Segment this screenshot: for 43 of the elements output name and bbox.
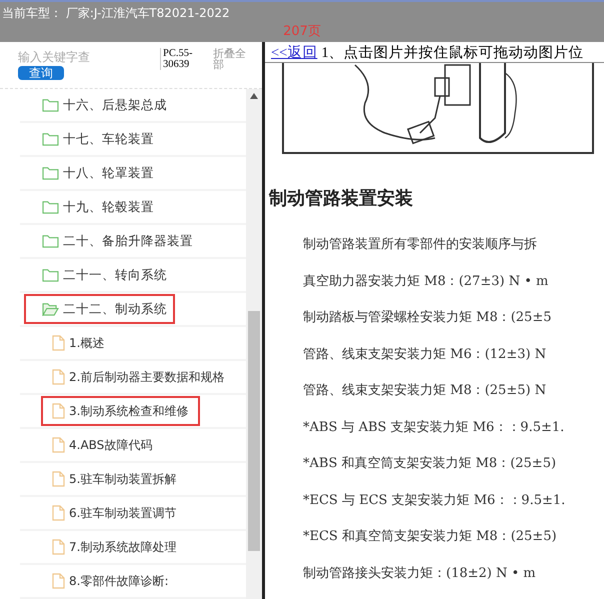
tree-document-item[interactable]: 6.驻车制动装置调节: [20, 498, 184, 528]
tree-document-item[interactable]: 8.零部件故障诊断:: [20, 566, 176, 596]
tree-document-item[interactable]: 1.概述: [20, 328, 112, 358]
document-icon: [52, 403, 65, 419]
section-heading: 制动管路装置安装: [268, 187, 414, 211]
tree-folder-item[interactable]: 二十一、转向系统: [20, 260, 175, 290]
back-link[interactable]: <<返回: [271, 42, 318, 62]
document-icon: [52, 505, 65, 521]
torque-spec-text: *ABS 与 ABS 支架安装力矩 M6：：9.5±1.: [303, 418, 566, 437]
tree-document-item[interactable]: 4.ABS故障代码: [20, 430, 160, 460]
document-icon: [52, 369, 65, 385]
tree-folder-item[interactable]: 十九、轮毂装置: [20, 192, 162, 222]
tree-folder-item[interactable]: 十六、后悬架总成: [20, 90, 175, 120]
scroll-up-arrow-icon[interactable]: [250, 93, 258, 99]
document-icon: [52, 573, 65, 589]
document-icon: [52, 437, 65, 453]
document-icon: [52, 539, 65, 555]
torque-spec-text: 管路、线束支架安装力矩 M6：(12±3) N: [303, 346, 548, 364]
torque-spec-text: *ECS 和真空筒支架安装力矩 M8：(25±5): [303, 528, 558, 546]
tree-document-item[interactable]: 7.制动系统故障处理: [20, 532, 184, 562]
part-code-label: PC.55-30639: [160, 48, 207, 70]
tree-document-item[interactable]: 5.驻车制动装置拆解: [20, 464, 184, 494]
torque-spec-text: *ABS 和真空筒支架安装力矩 M8：(25±5): [303, 455, 558, 474]
tree-folder-item[interactable]: 十八、轮罩装置: [20, 158, 162, 188]
tree-folder-item[interactable]: 二十二、制动系统: [24, 294, 175, 324]
page-count: 207页: [283, 23, 321, 40]
tree-document-item[interactable]: 2.前后制动器主要数据和规格: [20, 362, 232, 392]
torque-spec-text: 制动踏板与管梁螺栓安装力矩 M8：(25±5: [303, 309, 552, 328]
document-icon: [52, 335, 65, 351]
keyword-search-field[interactable]: 输入关键字查: [18, 48, 118, 66]
torque-spec-text: 管路、线束支架安装力矩 M8：(25±5) N: [303, 382, 548, 400]
drag-hint-text: 1、点击图片并按住鼠标可拖动动图片位: [321, 44, 584, 62]
torque-spec-text: 制动管路装置所有零部件的安装顺序与拆: [303, 236, 538, 254]
search-button[interactable]: 查询: [18, 66, 64, 80]
torque-spec-text: 制动管路接头安装力矩：(18±2) N • m: [303, 564, 537, 583]
torque-spec-text: *ECS 与 ECS 支架安装力矩 M6：：9.5±1.: [303, 492, 566, 510]
torque-spec-text: 真空助力器安装力矩 M8：(27±3) N • m: [303, 272, 550, 291]
document-icon: [52, 471, 65, 487]
tree-document-item[interactable]: 3.制动系统检查和维修: [41, 396, 200, 426]
tree-folder-item[interactable]: 二十、备胎升降器装置: [20, 226, 201, 256]
vehicle-model-label: 当前车型： 厂家:J-江淮汽车T82021-2022: [1, 5, 230, 22]
tree-folder-item[interactable]: 十七、车轮装置: [20, 124, 162, 154]
scrollbar[interactable]: [246, 89, 262, 599]
